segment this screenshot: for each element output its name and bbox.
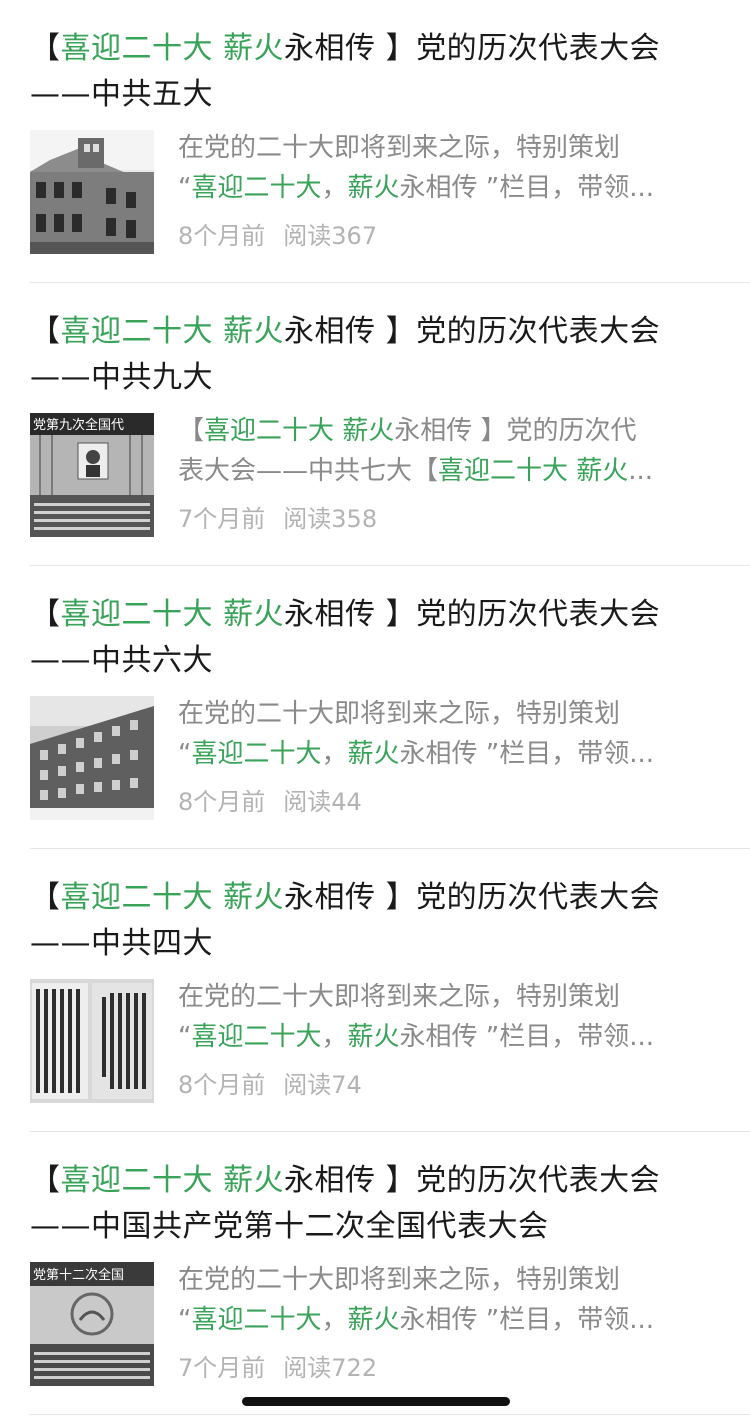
title-line-1: 【喜迎二十大 薪火永相传 】党的历次代表大会 [30, 31, 661, 66]
publish-time: 7个月前 [178, 1354, 266, 1382]
article-summary: 在党的二十大即将到来之际，特别策划 “喜迎二十大，薪火永相传 ”栏目，带领... [178, 694, 718, 774]
read-count: 阅读367 [283, 222, 378, 250]
article-thumbnail[interactable] [30, 130, 154, 254]
article-item[interactable]: 【喜迎二十大 薪火永相传 】党的历次代表大会 ——中共九大 党第九次全国代 【喜… [0, 283, 750, 566]
article-thumbnail[interactable]: 党第九次全国代 [30, 413, 154, 537]
article-meta: 8个月前 阅读74 [178, 1065, 362, 1105]
title-line-2: ——中国共产党第十二次全国代表大会 [30, 1209, 549, 1244]
article-summary: 在党的二十大即将到来之际，特别策划 “喜迎二十大，薪火永相传 ”栏目，带领... [178, 977, 718, 1057]
summary-line-2: “喜迎二十大，薪火永相传 ”栏目，带领... [178, 1022, 655, 1052]
thumb-banner-text: 党第九次全国代 [33, 417, 124, 433]
summary-line-2: 表大会——中共七大【喜迎二十大 薪火... [178, 456, 654, 486]
title-line-2: ——中共五大 [30, 77, 213, 112]
publish-time: 8个月前 [178, 788, 266, 816]
article-item[interactable]: 【喜迎二十大 薪火永相传 】党的历次代表大会 ——中共四大 在党的二十大即将到来… [0, 849, 750, 1132]
article-title[interactable]: 【喜迎二十大 薪火永相传 】党的历次代表大会 ——中共五大 [30, 26, 730, 118]
article-title[interactable]: 【喜迎二十大 薪火永相传 】党的历次代表大会 ——中共四大 [30, 875, 730, 967]
article-summary: 在党的二十大即将到来之际，特别策划 “喜迎二十大，薪火永相传 ”栏目，带领... [178, 1260, 718, 1340]
title-line-2: ——中共九大 [30, 360, 213, 395]
article-thumbnail[interactable] [30, 979, 154, 1103]
article-meta: 8个月前 阅读367 [178, 216, 377, 256]
congress-hall-photo-icon: 党第九次全国代 [30, 413, 154, 537]
summary-line-2: “喜迎二十大，薪火永相传 ”栏目，带领... [178, 1305, 655, 1335]
title-line-1: 【喜迎二十大 薪火永相传 】党的历次代表大会 [30, 597, 661, 632]
summary-line-1: 在党的二十大即将到来之际，特别策划 [178, 699, 621, 729]
thumb-banner-text: 党第十二次全国 [33, 1267, 124, 1283]
summary-line-2: “喜迎二十大，薪火永相传 ”栏目，带领... [178, 173, 655, 203]
title-line-1: 【喜迎二十大 薪火永相传 】党的历次代表大会 [30, 314, 661, 349]
publish-time: 8个月前 [178, 1071, 266, 1099]
read-count: 阅读722 [283, 1354, 378, 1382]
article-title[interactable]: 【喜迎二十大 薪火永相传 】党的历次代表大会 ——中共九大 [30, 309, 730, 401]
summary-line-1: 在党的二十大即将到来之际，特别策划 [178, 1265, 621, 1295]
article-title[interactable]: 【喜迎二十大 薪火永相传 】党的历次代表大会 ——中国共产党第十二次全国代表大会 [30, 1158, 730, 1250]
title-line-2: ——中共六大 [30, 643, 213, 678]
read-count: 阅读358 [283, 505, 378, 533]
title-line-1: 【喜迎二十大 薪火永相传 】党的历次代表大会 [30, 880, 661, 915]
home-indicator[interactable] [242, 1397, 510, 1406]
article-meta: 8个月前 阅读44 [178, 782, 362, 822]
congress-hall-photo-icon: 党第十二次全国 [30, 1262, 154, 1386]
document-photo-icon [30, 979, 154, 1103]
article-item[interactable]: 【喜迎二十大 薪火永相传 】党的历次代表大会 ——中共五大 在党的二十大即将到来… [0, 0, 750, 283]
building-photo-icon [30, 696, 154, 820]
article-meta: 7个月前 阅读722 [178, 1348, 377, 1388]
read-count: 阅读74 [283, 1071, 362, 1099]
article-title[interactable]: 【喜迎二十大 薪火永相传 】党的历次代表大会 ——中共六大 [30, 592, 730, 684]
publish-time: 7个月前 [178, 505, 266, 533]
read-count: 阅读44 [283, 788, 362, 816]
article-item[interactable]: 【喜迎二十大 薪火永相传 】党的历次代表大会 ——中共六大 在党的二十大即将到来… [0, 566, 750, 849]
summary-line-1: 【喜迎二十大 薪火永相传 】党的历次代 [178, 416, 637, 446]
summary-line-1: 在党的二十大即将到来之际，特别策划 [178, 982, 621, 1012]
publish-time: 8个月前 [178, 222, 266, 250]
title-line-2: ——中共四大 [30, 926, 213, 961]
article-thumbnail[interactable]: 党第十二次全国 [30, 1262, 154, 1386]
summary-line-1: 在党的二十大即将到来之际，特别策划 [178, 133, 621, 163]
article-summary: 【喜迎二十大 薪火永相传 】党的历次代 表大会——中共七大【喜迎二十大 薪火..… [178, 411, 718, 491]
article-item[interactable]: 【喜迎二十大 薪火永相传 】党的历次代表大会 ——中国共产党第十二次全国代表大会… [0, 1132, 750, 1415]
article-summary: 在党的二十大即将到来之际，特别策划 “喜迎二十大，薪火永相传 ”栏目，带领... [178, 128, 718, 208]
building-photo-icon [30, 130, 154, 254]
article-meta: 7个月前 阅读358 [178, 499, 377, 539]
divider [30, 1414, 750, 1415]
title-line-1: 【喜迎二十大 薪火永相传 】党的历次代表大会 [30, 1163, 661, 1198]
summary-line-2: “喜迎二十大，薪火永相传 ”栏目，带领... [178, 739, 655, 769]
article-thumbnail[interactable] [30, 696, 154, 820]
